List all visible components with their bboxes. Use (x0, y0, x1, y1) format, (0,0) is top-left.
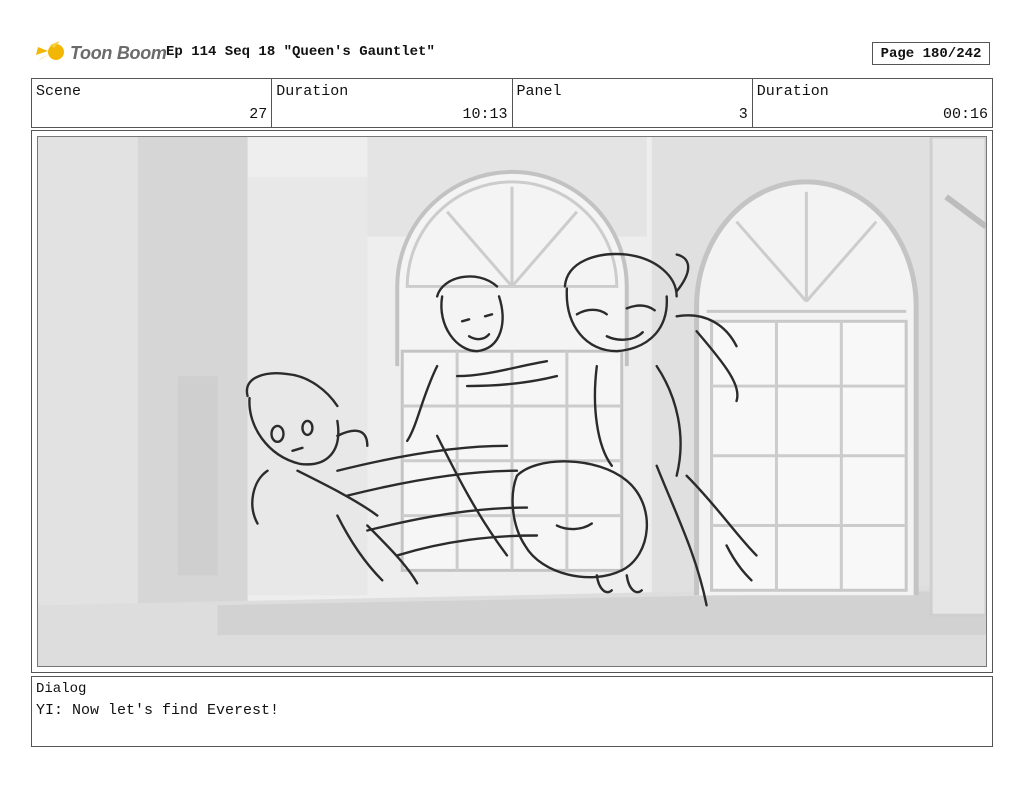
dialog-label: Dialog (36, 681, 87, 697)
panel-label: Panel (516, 83, 562, 100)
panel-duration-value: 00:16 (942, 106, 988, 123)
panel-info-row: Scene 27 Duration 10:13 Panel 3 Duration… (31, 78, 993, 128)
toon-boom-logo: Toon Boom (34, 38, 167, 68)
logo-text: Toon Boom (70, 42, 167, 63)
episode-title: Ep 114 Seq 18 "Queen's Gauntlet" (166, 44, 435, 60)
scene-duration-cell: Duration 10:13 (272, 79, 513, 127)
toon-boom-logo-icon (36, 41, 64, 61)
scene-cell: Scene 27 (32, 79, 273, 127)
panel-duration-label: Duration (756, 83, 829, 100)
dialog-text: YI: Now let's find Everest! (36, 702, 280, 719)
storyboard-sketch (38, 137, 986, 666)
scene-duration-value: 10:13 (462, 106, 508, 123)
panel-cell: Panel 3 (513, 79, 753, 127)
page-number: Page 180/242 (872, 42, 990, 65)
panel-artwork (37, 136, 987, 667)
panel-duration-cell: Duration 00:16 (753, 79, 992, 127)
scene-duration-label: Duration (276, 83, 349, 100)
dialog-box: Dialog YI: Now let's find Everest! (31, 676, 993, 747)
scene-label: Scene (36, 83, 82, 100)
panel-value: 3 (738, 106, 748, 123)
storyboard-panel (31, 130, 993, 673)
scene-value: 27 (249, 106, 268, 123)
